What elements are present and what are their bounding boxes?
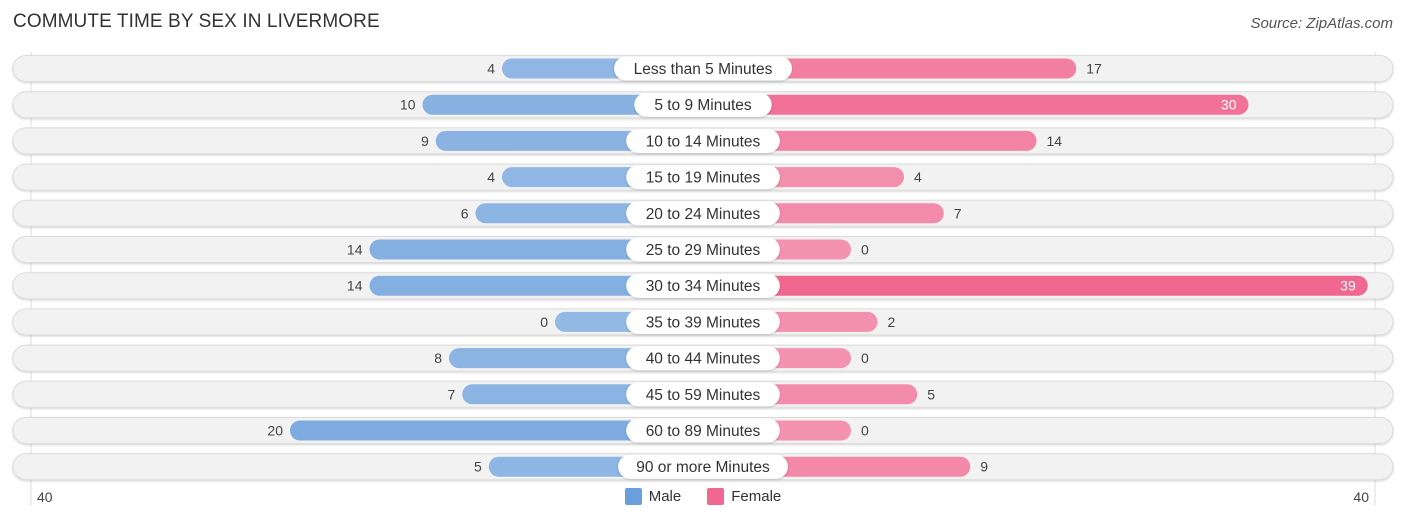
value-label-female: 2 — [888, 314, 896, 330]
legend-label-female: Female — [731, 488, 782, 505]
legend-item-male[interactable]: Male — [624, 488, 682, 505]
chart-row: 8 0 40 to 44 Minutes — [12, 344, 1394, 372]
value-label-female: 4 — [914, 169, 922, 185]
category-label: 45 to 59 Minutes — [646, 387, 761, 404]
value-label-female: 0 — [861, 350, 869, 366]
category-label: 60 to 89 Minutes — [646, 423, 761, 440]
value-label-male: 6 — [461, 205, 469, 221]
category-label: 30 to 34 Minutes — [646, 278, 761, 295]
value-label-female: 30 — [1221, 97, 1237, 113]
category-label: 10 to 14 Minutes — [646, 133, 761, 150]
value-label-male: 5 — [474, 459, 482, 475]
category-label: 20 to 24 Minutes — [646, 206, 761, 223]
category-label: 40 to 44 Minutes — [646, 351, 761, 368]
value-label-male: 14 — [347, 278, 363, 294]
category-label: 35 to 39 Minutes — [646, 314, 761, 331]
value-label-male: 10 — [400, 97, 416, 113]
chart-row: 7 5 45 to 59 Minutes — [12, 380, 1394, 408]
value-label-male: 4 — [487, 169, 495, 185]
chart-row: 9 14 10 to 14 Minutes — [12, 127, 1394, 155]
chart-row: 0 2 35 to 39 Minutes — [12, 308, 1394, 336]
value-label-female: 7 — [954, 205, 962, 221]
chart-row: 4 17 Less than 5 Minutes — [12, 55, 1394, 82]
chart-row: 20 0 60 to 89 Minutes — [12, 417, 1394, 444]
value-label-female: 39 — [1340, 278, 1356, 294]
chart-row: 10 30 5 to 9 Minutes — [12, 91, 1394, 119]
chart-row: 6 7 20 to 24 Minutes — [12, 199, 1394, 227]
legend-swatch-male — [624, 488, 642, 505]
value-label-male: 20 — [267, 423, 283, 439]
bar-female — [703, 275, 1368, 296]
bar-female — [703, 94, 1249, 115]
category-label: 15 to 19 Minutes — [646, 170, 761, 187]
value-label-female: 0 — [861, 242, 869, 258]
value-label-male: 0 — [540, 314, 548, 330]
value-label-male: 8 — [434, 350, 442, 366]
value-label-female: 0 — [861, 423, 869, 439]
chart-canvas: 4 17 Less than 5 Minutes 10 30 5 to 9 Minutes… — [12, 52, 1394, 505]
category-label: 25 to 29 Minutes — [646, 242, 761, 259]
legend-swatch-female — [707, 488, 725, 505]
chart-row: 5 9 90 or more Minutes — [12, 453, 1394, 481]
value-label-male: 7 — [447, 386, 455, 402]
value-label-female: 17 — [1086, 61, 1102, 77]
category-label: Less than 5 Minutes — [634, 61, 773, 78]
chart-row: 14 0 25 to 29 Minutes — [12, 236, 1394, 263]
legend: Male Female — [0, 488, 1406, 505]
chart-row: 14 39 30 to 34 Minutes — [12, 272, 1394, 300]
value-label-female: 14 — [1047, 133, 1063, 149]
category-label: 90 or more Minutes — [636, 459, 770, 476]
category-label: 5 to 9 Minutes — [654, 97, 752, 114]
value-label-female: 9 — [980, 459, 988, 475]
legend-label-male: Male — [648, 488, 682, 505]
value-label-male: 4 — [487, 61, 495, 77]
value-label-male: 14 — [347, 242, 363, 258]
value-label-male: 9 — [421, 133, 429, 149]
chart-row: 4 4 15 to 19 Minutes — [12, 163, 1394, 191]
legend-item-female[interactable]: Female — [707, 488, 781, 505]
value-label-female: 5 — [927, 386, 935, 402]
